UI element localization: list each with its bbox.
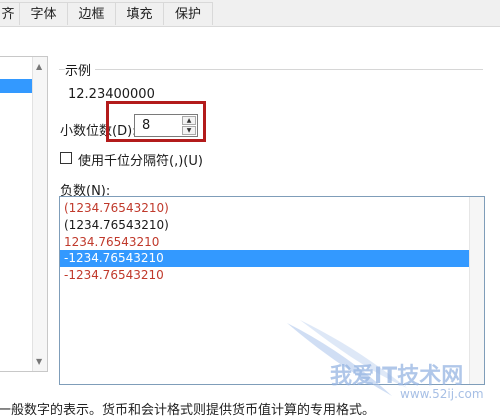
- tab-strip: 齐 字体 边框 填充 保护: [0, 0, 500, 27]
- list-item[interactable]: (1234.76543210): [60, 217, 473, 234]
- scroll-up-icon[interactable]: ▲: [36, 62, 42, 71]
- decimal-places-stepper[interactable]: 8 ▲ ▼: [134, 114, 198, 137]
- tab-fill[interactable]: 填充: [115, 2, 164, 25]
- thousands-separator-checkbox[interactable]: [60, 152, 72, 164]
- negative-numbers-list[interactable]: (1234.76543210) (1234.76543210) 1234.765…: [59, 196, 485, 385]
- spin-down-icon[interactable]: ▼: [182, 126, 196, 135]
- list-item-selected[interactable]: -1234.76543210: [60, 250, 473, 267]
- list-item[interactable]: (1234.76543210): [60, 200, 473, 217]
- decimal-places-value[interactable]: 8: [142, 118, 150, 133]
- tab-alignment[interactable]: 齐: [0, 2, 20, 25]
- list-item[interactable]: 1234.76543210: [60, 234, 473, 251]
- watermark-url: www.52ij.com: [400, 387, 484, 401]
- watermark-text: 我爱IT技术网: [330, 364, 464, 389]
- tab-font[interactable]: 字体: [19, 2, 68, 25]
- scroll-down-icon[interactable]: ▼: [36, 357, 42, 366]
- category-list-selected-item[interactable]: [0, 79, 34, 93]
- format-description: 一般数字的表示。货币和会计格式则提供货币值计算的专用格式。: [0, 403, 376, 418]
- category-list[interactable]: ▲ ▼: [0, 56, 48, 372]
- category-list-scrollbar[interactable]: ▲ ▼: [32, 57, 47, 371]
- sample-label: 示例: [65, 60, 96, 79]
- tab-border[interactable]: 边框: [67, 2, 116, 25]
- list-item[interactable]: -1234.76543210: [60, 267, 473, 284]
- thousands-separator-label[interactable]: 使用千位分隔符(,)(U): [78, 150, 203, 169]
- tab-protection[interactable]: 保护: [163, 2, 213, 25]
- negative-list-scrollbar[interactable]: [469, 197, 484, 384]
- sample-value: 12.23400000: [68, 87, 155, 102]
- spin-up-icon[interactable]: ▲: [182, 116, 196, 125]
